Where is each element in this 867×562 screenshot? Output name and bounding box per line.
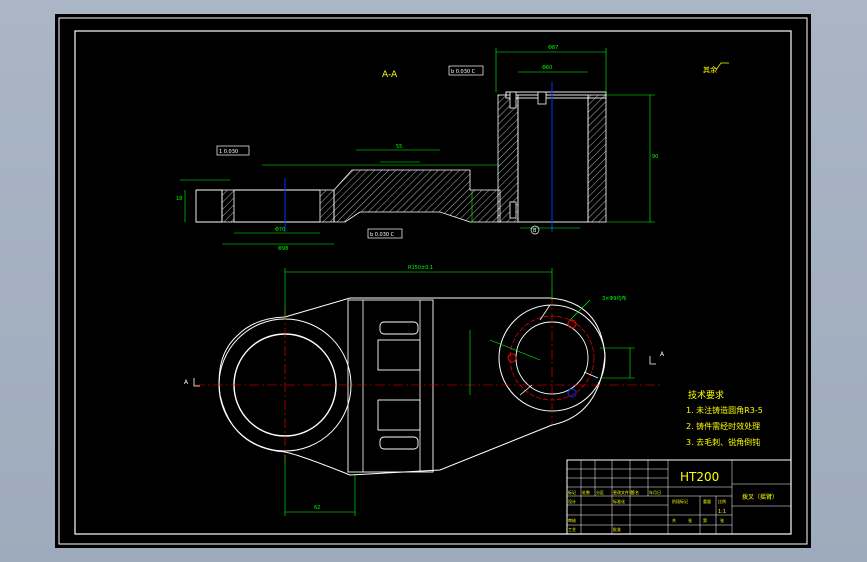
requirement-2: 2. 铸件需经时效处理 [686,421,760,431]
svg-text:更改文件号: 更改文件号 [613,489,633,495]
drawing-canvas: A-A Φ87 Φ60 90 55 Φ70 Φ98 18 b 0.030 C 1… [55,14,811,548]
svg-text:分区: 分区 [596,489,604,495]
svg-text:55: 55 [396,144,402,150]
svg-text:处数: 处数 [582,489,590,495]
svg-text:Φ70: Φ70 [275,227,285,233]
svg-text:重量: 重量 [703,498,711,504]
boss-bore [517,94,589,223]
svg-text:18: 18 [176,196,182,202]
requirements-title: 技术要求 [688,389,724,401]
svg-text:张: 张 [720,517,724,523]
svg-text:比例: 比例 [718,498,726,504]
keyway-slot [537,91,547,105]
svg-text:90: 90 [652,154,658,160]
svg-text:Φ87: Φ87 [548,45,558,51]
hatched-wall-left-a [221,189,235,223]
part-name: 拨叉（摇臂） [742,493,778,501]
svg-text:张: 张 [688,517,692,523]
requirement-3: 3. 去毛刺、锐角倒钝 [686,437,760,447]
svg-text:b 0.030 C: b 0.030 C [370,232,395,238]
svg-text:Φ98: Φ98 [278,246,288,252]
roughness-note: 其余 [703,65,717,74]
svg-text:共: 共 [672,517,676,523]
svg-text:批准: 批准 [613,526,621,532]
svg-text:1 0.030: 1 0.030 [219,149,238,155]
hatched-wall-left-b [319,189,335,223]
section-label: A-A [382,70,398,80]
svg-text:62: 62 [314,505,320,511]
svg-text:阶段标记: 阶段标记 [672,498,688,504]
svg-text:R150±0.1: R150±0.1 [408,265,433,271]
svg-text:审核: 审核 [568,517,576,523]
cad-viewport[interactable]: A-A Φ87 Φ60 90 55 Φ70 Φ98 18 b 0.030 C 1… [0,0,867,562]
svg-text:工艺: 工艺 [568,527,576,532]
svg-text:B: B [533,228,537,234]
material-label: HT200 [680,470,719,484]
svg-text:标记: 标记 [568,489,576,495]
svg-text:b 0.030 C: b 0.030 C [451,69,476,75]
svg-text:Φ60: Φ60 [542,65,552,71]
requirement-1: 1. 未注铸造圆角R3-5 [686,405,763,415]
svg-text:3×Φ9均布: 3×Φ9均布 [602,295,627,302]
scale-value: 1:1 [718,509,726,515]
svg-text:设计: 设计 [568,498,576,504]
svg-text:标准化: 标准化 [613,498,625,504]
svg-text:签名: 签名 [631,489,639,495]
svg-text:第: 第 [703,517,707,523]
hatched-boss-right [587,94,607,223]
svg-text:年月日: 年月日 [649,489,661,495]
